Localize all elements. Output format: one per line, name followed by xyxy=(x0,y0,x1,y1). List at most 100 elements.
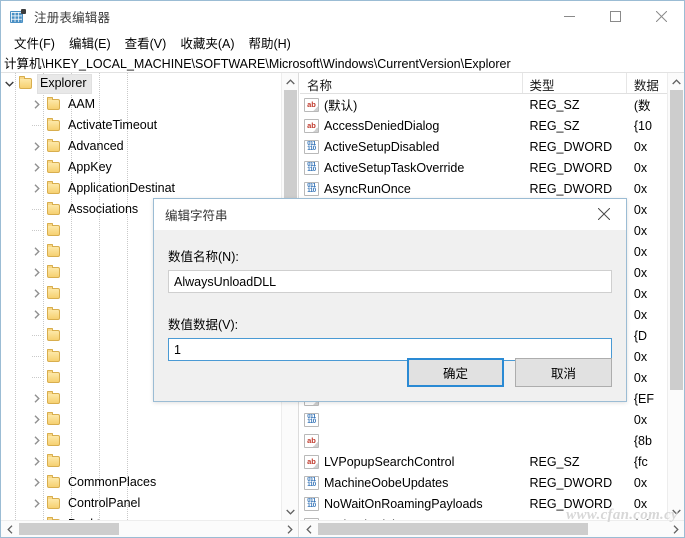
tree-item-label: AppKey xyxy=(68,159,112,174)
chevron-right-icon[interactable] xyxy=(29,451,45,472)
list-scroll-down-button[interactable] xyxy=(668,503,684,520)
value-row[interactable]: 011 110 AsyncRunOnce REG_DWORD 0x xyxy=(300,178,684,199)
column-header-type[interactable]: 类型 xyxy=(523,73,627,93)
tree-item-label: CommonPlaces xyxy=(68,474,157,489)
value-row[interactable]: ab AccessDeniedDialog REG_SZ {10 xyxy=(300,115,684,136)
value-data-label: 数值数据(V): xyxy=(168,318,239,332)
address-bar[interactable]: 计算机\HKEY_LOCAL_MACHINE\SOFTWARE\Microsof… xyxy=(1,53,684,73)
tree-item-label: Advanced xyxy=(68,138,124,153)
list-scroll-thumb[interactable] xyxy=(670,90,683,390)
value-type-cell: REG_SZ xyxy=(529,97,580,112)
chevron-right-icon[interactable] xyxy=(29,283,45,304)
chevron-right-icon[interactable] xyxy=(29,493,45,514)
string-value-icon: ab xyxy=(304,454,319,469)
list-vertical-scrollbar[interactable] xyxy=(667,73,684,520)
tree-scroll-down-button[interactable] xyxy=(282,503,298,520)
tree-leaf-connector xyxy=(29,367,45,388)
value-name-cell: 011110 xyxy=(300,412,522,427)
tree-leaf-connector xyxy=(29,199,45,220)
list-scroll-left-button[interactable] xyxy=(300,521,317,537)
tree-item[interactable] xyxy=(1,409,281,430)
tree-item-label xyxy=(66,292,72,295)
value-row[interactable]: ab (默认) REG_SZ (数 xyxy=(300,94,684,115)
chevron-right-icon[interactable] xyxy=(29,157,45,178)
column-header-name[interactable]: 名称 xyxy=(300,73,523,93)
chevron-right-icon[interactable] xyxy=(29,136,45,157)
list-horizontal-scrollbar[interactable] xyxy=(300,520,684,537)
tree-item[interactable]: Advanced xyxy=(1,136,281,157)
chevron-right-icon[interactable] xyxy=(29,409,45,430)
value-row[interactable]: 011 110 ActiveSetupDisabled REG_DWORD 0x xyxy=(300,136,684,157)
folder-icon xyxy=(45,430,61,451)
chevron-right-icon[interactable] xyxy=(29,262,45,283)
value-row[interactable]: 0111100x xyxy=(300,409,684,430)
value-name-cell: ab AccessDeniedDialog xyxy=(300,118,522,133)
tree-item[interactable]: AAM xyxy=(1,94,281,115)
chevron-right-icon[interactable] xyxy=(29,241,45,262)
folder-icon xyxy=(45,283,61,304)
dialog-close-button[interactable] xyxy=(582,199,626,229)
tree-scroll-left-button[interactable] xyxy=(1,521,18,537)
tree-item[interactable]: ApplicationDestinat xyxy=(1,178,281,199)
menu-file[interactable]: 文件(F) xyxy=(7,31,62,55)
tree-item[interactable]: CommonPlaces xyxy=(1,472,281,493)
menu-edit[interactable]: 编辑(E) xyxy=(62,31,118,55)
maximize-button[interactable] xyxy=(592,1,638,32)
tree-item[interactable] xyxy=(1,451,281,472)
chevron-right-icon[interactable] xyxy=(29,430,45,451)
chevron-down-icon[interactable] xyxy=(1,73,17,94)
value-row[interactable]: 011 110 NoWaitOnRoamingPayloads REG_DWORD 0x xyxy=(300,493,684,514)
value-name-input[interactable] xyxy=(168,270,612,293)
chevron-right-icon[interactable] xyxy=(29,304,45,325)
tree-item-label xyxy=(66,439,72,442)
tree-item[interactable]: ActivateTimeout xyxy=(1,115,281,136)
list-scroll-up-button[interactable] xyxy=(668,73,684,90)
window-controls xyxy=(546,1,684,32)
tree-item[interactable]: Explorer xyxy=(1,73,281,94)
chevron-right-icon xyxy=(673,524,679,534)
minimize-button[interactable] xyxy=(546,1,592,32)
chevron-right-icon[interactable] xyxy=(29,388,45,409)
value-row[interactable]: ab LVPopupSearchControl REG_SZ {fc xyxy=(300,451,684,472)
registry-editor-window: 注册表编辑器 文件(F) 编辑(E) 查看(V) 收藏夹(A) 帮助(H) 计算… xyxy=(0,0,685,538)
tree-scroll-right-button[interactable] xyxy=(281,521,298,537)
value-row[interactable]: 011 110 MachineOobeUpdates REG_DWORD 0x xyxy=(300,472,684,493)
value-name-cell: 011 110 AsyncRunOnce xyxy=(300,181,522,196)
chevron-up-icon xyxy=(672,78,681,84)
tree-item[interactable] xyxy=(1,430,281,451)
dword-value-icon: 011110 xyxy=(304,475,319,490)
value-name-cell: ab xyxy=(300,433,522,448)
tree-horizontal-scrollbar[interactable] xyxy=(1,520,298,537)
folder-icon xyxy=(45,346,61,367)
tree-hscroll-thumb[interactable] xyxy=(19,523,119,535)
tree-item[interactable]: ControlPanel xyxy=(1,493,281,514)
ok-button[interactable]: 确定 xyxy=(407,358,504,387)
close-button[interactable] xyxy=(638,1,684,32)
list-scroll-right-button[interactable] xyxy=(667,521,684,537)
folder-icon xyxy=(45,199,61,220)
tree-leaf-connector xyxy=(29,220,45,241)
cancel-button[interactable]: 取消 xyxy=(515,358,612,387)
tree-item[interactable]: AppKey xyxy=(1,157,281,178)
value-type-cell: REG_SZ xyxy=(529,118,580,133)
chevron-right-icon[interactable] xyxy=(29,472,45,493)
tree-scroll-up-button[interactable] xyxy=(282,73,298,90)
chevron-right-icon xyxy=(287,524,293,534)
folder-icon xyxy=(45,241,61,262)
folder-icon xyxy=(45,493,61,514)
menu-favorites[interactable]: 收藏夹(A) xyxy=(173,31,241,55)
value-row[interactable]: ab {8b xyxy=(300,430,684,451)
chevron-right-icon[interactable] xyxy=(29,178,45,199)
value-name-text: MachineOobeUpdates xyxy=(324,475,449,490)
list-hscroll-thumb[interactable] xyxy=(318,523,588,535)
menu-help[interactable]: 帮助(H) xyxy=(241,31,297,55)
menu-view[interactable]: 查看(V) xyxy=(118,31,174,55)
chevron-right-icon[interactable] xyxy=(29,94,45,115)
value-row[interactable]: 011 110 ActiveSetupTaskOverride REG_DWORD 0x xyxy=(300,157,684,178)
